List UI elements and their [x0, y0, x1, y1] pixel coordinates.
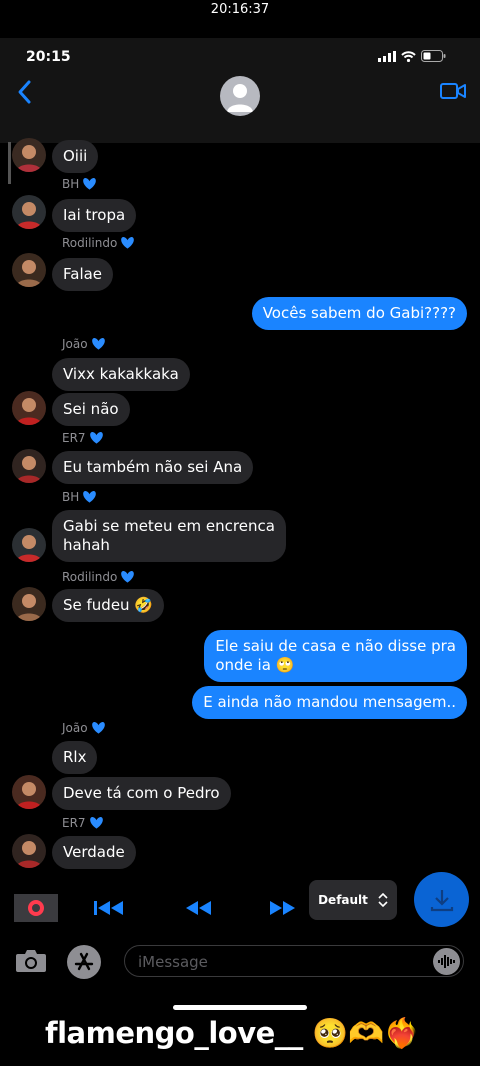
skip-back-icon[interactable]: [94, 899, 124, 917]
sender-name: Rodilindo: [62, 570, 135, 584]
blue-heart-icon: [91, 722, 105, 734]
blue-heart-icon: [89, 432, 103, 444]
recording-clock: 20:16:37: [210, 2, 270, 17]
member-avatar[interactable]: [12, 775, 46, 809]
status-time: 20:15: [26, 49, 71, 65]
sender-name: João: [62, 337, 106, 351]
sent-message-bubble[interactable]: Vocês sabem do Gabi????: [251, 297, 467, 330]
received-message-bubble[interactable]: Oiii: [52, 140, 99, 173]
rewind-icon[interactable]: [185, 899, 211, 917]
blue-heart-icon: [89, 817, 103, 829]
sender-name: ER7: [62, 816, 104, 830]
sender-name: ER7: [62, 431, 104, 445]
sender-name-label: João: [62, 721, 88, 735]
sender-name-label: BH: [62, 177, 80, 191]
scroll-edge: [8, 142, 11, 184]
audio-waveform-icon: [438, 955, 455, 968]
received-message-bubble[interactable]: Eu também não sei Ana: [52, 451, 254, 484]
contact-avatar[interactable]: [220, 76, 260, 116]
record-icon: [28, 900, 44, 916]
message-text: Falae: [63, 265, 103, 283]
sender-name-label: ER7: [62, 816, 86, 830]
audio-button[interactable]: [433, 948, 460, 975]
sender-name: Rodilindo: [62, 236, 135, 250]
message-text: Gabi se meteu em encrenca hahah: [63, 517, 275, 554]
member-avatar[interactable]: [12, 528, 46, 562]
sender-name: João: [62, 721, 106, 735]
received-message-bubble[interactable]: Verdade: [52, 836, 136, 869]
received-message-bubble[interactable]: Falae: [52, 258, 114, 291]
app-store-icon: [74, 952, 94, 971]
message-text: Rlx: [63, 748, 87, 766]
blue-heart-icon: [83, 491, 97, 503]
signal-icon: [378, 50, 396, 62]
record-button[interactable]: [14, 894, 58, 922]
blue-heart-icon: [121, 237, 135, 249]
message-text: Verdade: [63, 843, 125, 861]
received-message-bubble[interactable]: Sei não: [52, 393, 130, 426]
app-store-button[interactable]: [67, 945, 101, 979]
download-button[interactable]: [414, 872, 469, 927]
member-avatar[interactable]: [12, 449, 46, 483]
member-avatar[interactable]: [12, 391, 46, 425]
sender-name-label: João: [62, 337, 88, 351]
chevron-up-down-icon: [378, 893, 388, 907]
message-text: Eu também não sei Ana: [63, 458, 243, 476]
blue-heart-icon: [121, 571, 135, 583]
sent-message-bubble[interactable]: E ainda não mandou mensagem..: [192, 686, 467, 719]
wifi-icon: [401, 50, 416, 62]
sender-name-label: ER7: [62, 431, 86, 445]
member-avatar[interactable]: [12, 253, 46, 287]
received-message-bubble[interactable]: Iai tropa: [52, 199, 137, 232]
sender-name: BH: [62, 177, 97, 191]
video-call-icon[interactable]: [440, 82, 466, 100]
home-indicator: [173, 1005, 307, 1010]
member-avatar[interactable]: [12, 834, 46, 868]
member-avatar[interactable]: [12, 195, 46, 229]
message-text: E ainda não mandou mensagem..: [203, 693, 456, 711]
blue-heart-icon: [83, 178, 97, 190]
download-icon: [430, 889, 453, 911]
member-avatar[interactable]: [12, 587, 46, 621]
status-icons: [378, 50, 446, 62]
fast-forward-icon[interactable]: [270, 899, 296, 917]
sender-name-label: Rodilindo: [62, 570, 118, 584]
message-text: Se fudeu 🤣: [63, 596, 154, 614]
message-text: Sei não: [63, 400, 119, 418]
sent-message-bubble[interactable]: Ele saiu de casa e não disse pra onde ia…: [204, 630, 467, 682]
sender-name: BH: [62, 490, 97, 504]
received-message-bubble[interactable]: Vixx kakakkaka: [52, 358, 190, 391]
message-text: Oiii: [63, 147, 88, 165]
message-input-placeholder: iMessage: [138, 953, 208, 971]
battery-icon: [421, 50, 446, 62]
member-avatar[interactable]: [12, 138, 46, 172]
message-text: Deve tá com o Pedro: [63, 784, 220, 802]
received-message-bubble[interactable]: Se fudeu 🤣: [52, 589, 165, 622]
message-text: Iai tropa: [63, 206, 126, 224]
blue-heart-icon: [91, 338, 105, 350]
watermark-caption: flamengo_love__ 🥺🫶❤️‍🔥: [45, 1016, 420, 1050]
message-text: Vocês sabem do Gabi????: [262, 304, 456, 322]
back-chevron-icon[interactable]: [14, 78, 38, 106]
camera-icon[interactable]: [15, 948, 47, 974]
sender-name-label: BH: [62, 490, 80, 504]
message-text: Ele saiu de casa e não disse pra onde ia…: [215, 637, 456, 674]
playback-speed-label: Default: [318, 893, 368, 907]
received-message-bubble[interactable]: Rlx: [52, 741, 98, 774]
message-text: Vixx kakakkaka: [63, 365, 179, 383]
playback-speed-button[interactable]: Default: [309, 880, 397, 920]
received-message-bubble[interactable]: Deve tá com o Pedro: [52, 777, 231, 810]
received-message-bubble[interactable]: Gabi se meteu em encrenca hahah: [52, 510, 286, 562]
sender-name-label: Rodilindo: [62, 236, 118, 250]
